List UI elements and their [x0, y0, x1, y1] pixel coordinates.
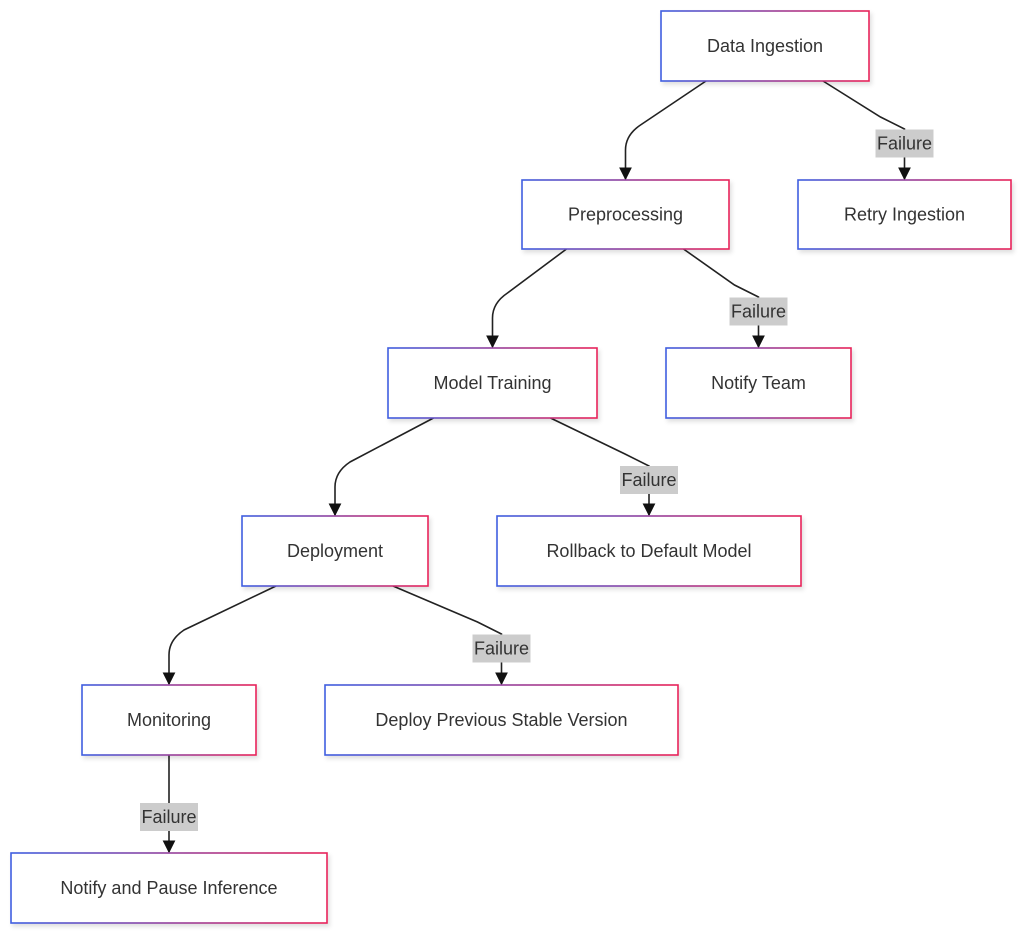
edge-label: Failure — [472, 634, 531, 663]
edge-label-text: Failure — [877, 134, 932, 154]
edge-train-deploy — [328, 417, 434, 517]
edge-ingest-prep — [619, 80, 707, 181]
edge-label: Failure — [729, 297, 788, 326]
edge-prep-train — [486, 248, 567, 349]
node-label: Model Training — [433, 373, 551, 393]
node-deploy[interactable]: Deployment — [241, 515, 429, 587]
edge-label-text: Failure — [474, 639, 529, 659]
node-label: Preprocessing — [568, 205, 683, 225]
node-label: Notify and Pause Inference — [60, 878, 277, 898]
node-pause[interactable]: Notify and Pause Inference — [10, 852, 328, 924]
edge-label-text: Failure — [141, 807, 196, 827]
node-rollback[interactable]: Rollback to Default Model — [496, 515, 802, 587]
node-label: Retry Ingestion — [844, 205, 965, 225]
node-label: Monitoring — [127, 710, 211, 730]
node-prep[interactable]: Preprocessing — [521, 179, 730, 250]
edge-deploy-monitor — [162, 585, 277, 686]
edge-label: Failure — [620, 466, 678, 494]
edge-line — [486, 248, 567, 349]
node-label: Deployment — [287, 541, 383, 561]
edge-label: Failure — [140, 803, 198, 831]
edge-label-text: Failure — [621, 470, 676, 490]
edge-line — [619, 80, 707, 181]
node-prevver[interactable]: Deploy Previous Stable Version — [324, 684, 679, 756]
node-ingest[interactable]: Data Ingestion — [660, 10, 870, 82]
node-notify[interactable]: Notify Team — [665, 347, 852, 419]
edge-label-text: Failure — [731, 302, 786, 322]
node-label: Rollback to Default Model — [546, 541, 751, 561]
node-monitor[interactable]: Monitoring — [81, 684, 257, 756]
node-train[interactable]: Model Training — [387, 347, 598, 419]
edge-label: Failure — [875, 129, 934, 158]
node-label: Data Ingestion — [707, 36, 823, 56]
node-label: Notify Team — [711, 373, 806, 393]
edge-line — [328, 417, 434, 517]
node-retry[interactable]: Retry Ingestion — [797, 179, 1012, 250]
edge-line — [162, 585, 277, 686]
flowchart: Data Ingestion Retry Ingestion Preprocessi… — [10, 10, 1012, 924]
node-label: Deploy Previous Stable Version — [375, 710, 627, 730]
